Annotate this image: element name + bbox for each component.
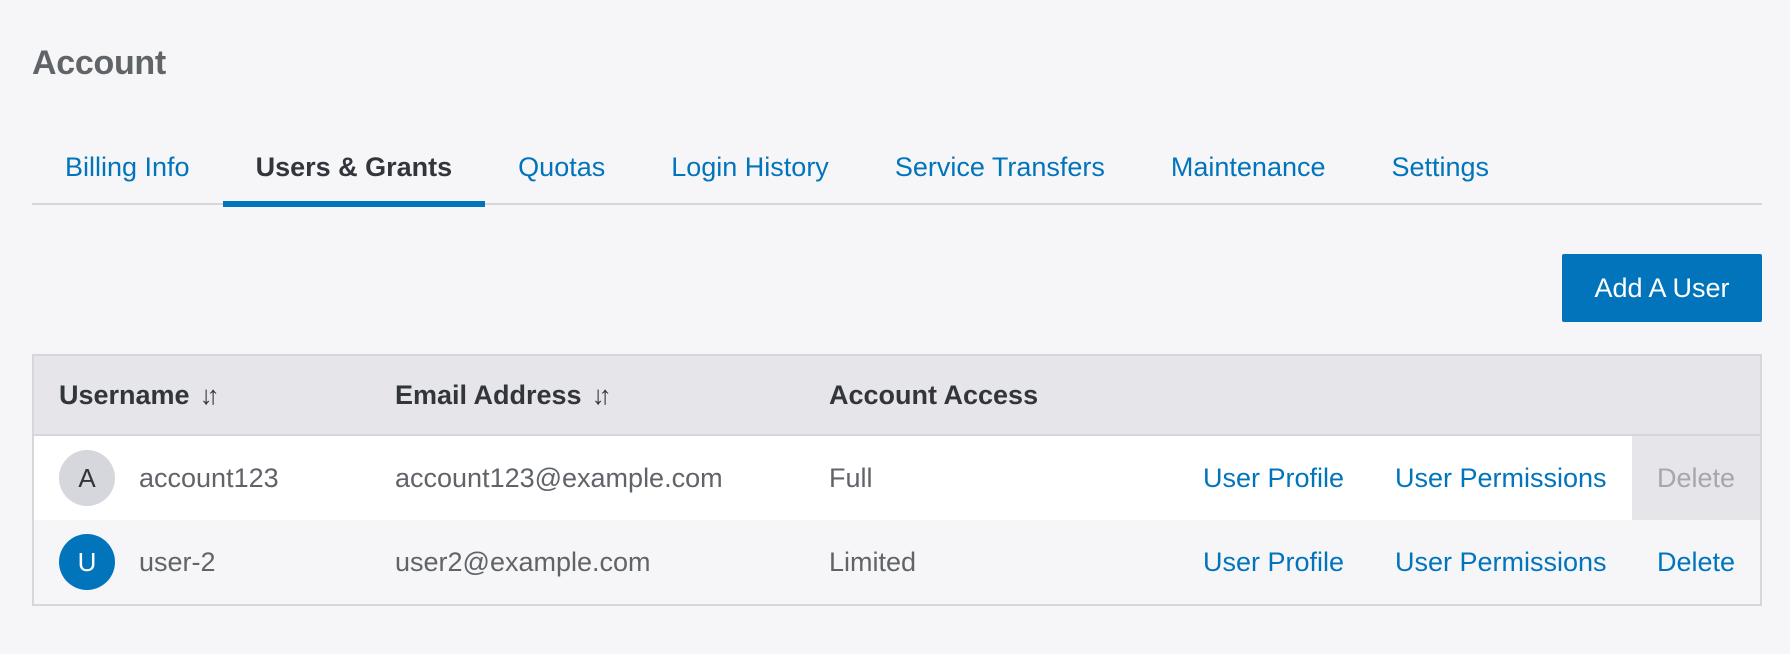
column-header-username[interactable]: Username ↓↑ bbox=[59, 379, 220, 411]
avatar: A bbox=[59, 450, 115, 506]
tab-maintenance[interactable]: Maintenance bbox=[1138, 130, 1359, 205]
users-table: Username ↓↑ Email Address ↓↑ Account Acc… bbox=[32, 354, 1762, 606]
user-profile-link[interactable]: User Profile bbox=[1203, 547, 1344, 578]
username-cell: user-2 bbox=[139, 546, 216, 577]
column-header-label: Email Address bbox=[395, 379, 582, 410]
email-cell: account123@example.com bbox=[395, 462, 723, 493]
user-profile-link[interactable]: User Profile bbox=[1203, 463, 1344, 494]
username-cell: account123 bbox=[139, 462, 279, 493]
tab-users-grants[interactable]: Users & Grants bbox=[222, 130, 486, 207]
sort-icon[interactable]: ↓↑ bbox=[200, 380, 220, 411]
table-row: A account123 account123@example.com Full… bbox=[34, 436, 1760, 520]
delete-button: Delete bbox=[1632, 436, 1760, 520]
column-header-label: Username bbox=[59, 379, 190, 410]
tab-bar: Billing Info Users & Grants Quotas Login… bbox=[32, 130, 1762, 207]
user-permissions-link[interactable]: User Permissions bbox=[1395, 547, 1607, 578]
page-title: Account bbox=[32, 44, 166, 82]
tab-service-transfers[interactable]: Service Transfers bbox=[862, 130, 1138, 205]
account-access-cell: Limited bbox=[829, 546, 917, 577]
tab-billing-info[interactable]: Billing Info bbox=[32, 130, 223, 205]
tab-login-history[interactable]: Login History bbox=[638, 130, 862, 205]
tab-settings[interactable]: Settings bbox=[1359, 130, 1523, 205]
add-user-button[interactable]: Add A User bbox=[1562, 254, 1762, 322]
tab-quotas[interactable]: Quotas bbox=[485, 130, 638, 205]
column-header-label: Account Access bbox=[829, 379, 1039, 410]
table-header: Username ↓↑ Email Address ↓↑ Account Acc… bbox=[34, 356, 1760, 436]
account-access-cell: Full bbox=[829, 462, 873, 493]
avatar: U bbox=[59, 534, 115, 590]
table-row: U user-2 user2@example.com Limited User … bbox=[34, 520, 1760, 604]
column-header-account-access: Account Access bbox=[829, 380, 1038, 411]
user-permissions-link[interactable]: User Permissions bbox=[1395, 463, 1607, 494]
column-header-email[interactable]: Email Address ↓↑ bbox=[395, 379, 612, 411]
sort-icon[interactable]: ↓↑ bbox=[592, 380, 612, 411]
email-cell: user2@example.com bbox=[395, 546, 651, 577]
delete-button[interactable]: Delete bbox=[1632, 520, 1760, 604]
